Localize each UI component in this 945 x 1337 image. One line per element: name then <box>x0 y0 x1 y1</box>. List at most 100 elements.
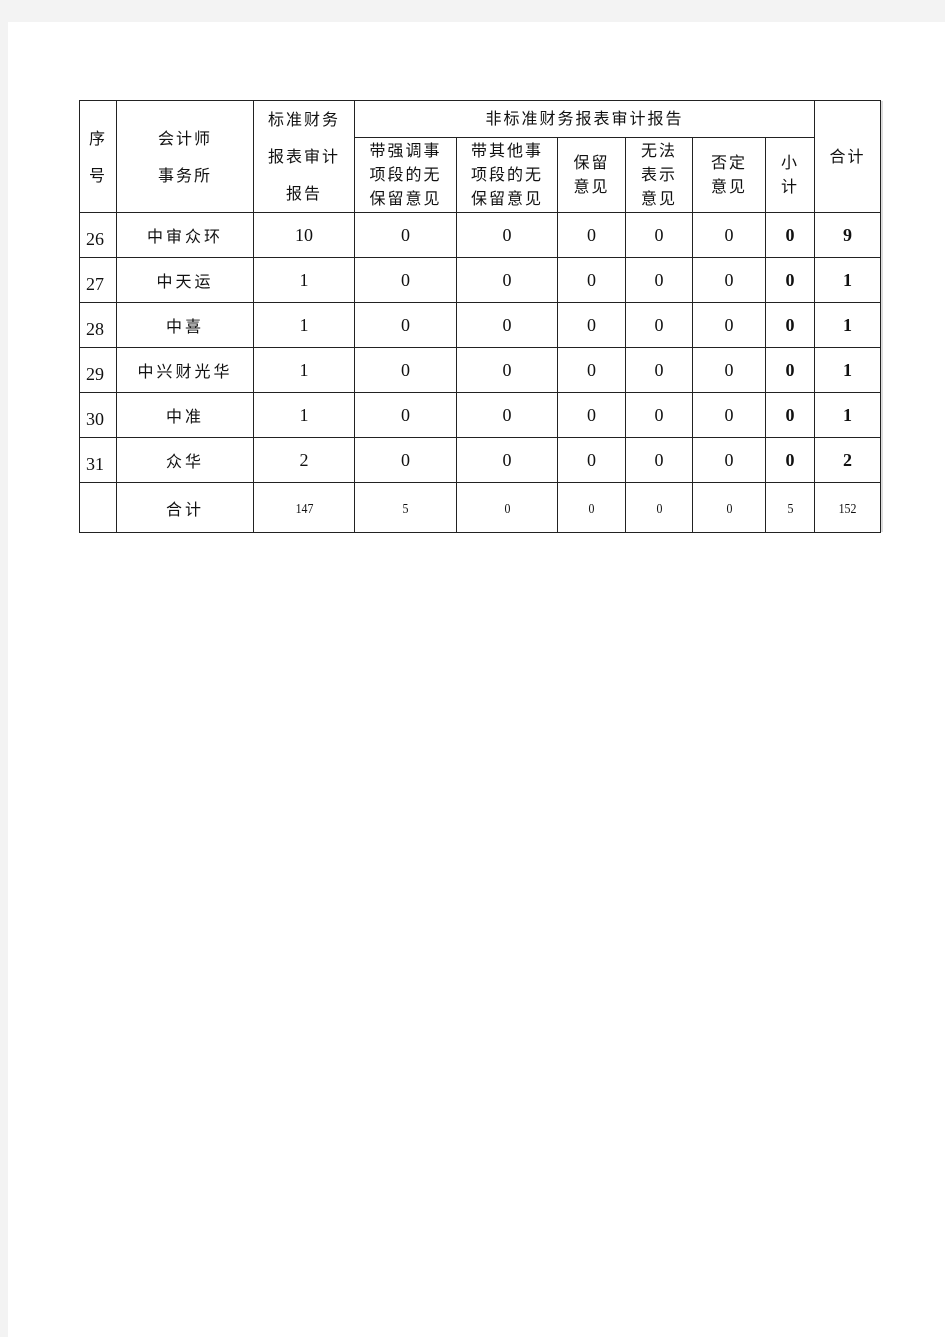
audit-report-table: 序 号 会计师 事务所 标准财务 报表审计 报告 非标准财务报表审计报告 合计 … <box>79 100 881 533</box>
cell-subtotal: 0 <box>765 302 815 348</box>
header-disclaimer-line: 无法 <box>640 141 677 160</box>
cell-adverse: 0 <box>692 392 766 438</box>
header-emphasis-line: 保留意见 <box>369 189 442 208</box>
totals-adverse: 0 <box>726 501 732 517</box>
cell-adverse: 0 <box>692 347 766 393</box>
table-row: 30 中准 1 0 0 0 0 0 0 1 <box>79 392 881 438</box>
cell-subtotal: 0 <box>765 392 815 438</box>
cell-total: 1 <box>814 257 881 303</box>
header-subtotal-line: 小 <box>780 153 799 172</box>
cell-other: 0 <box>456 392 558 438</box>
cell-seq: 28 <box>79 302 117 348</box>
cell-disclaimer: 0 <box>625 302 693 348</box>
cell-qualified: 0 <box>557 212 626 258</box>
cell-subtotal: 0 <box>765 347 815 393</box>
cell-other: 0 <box>456 437 558 483</box>
cell-disclaimer: 0 <box>625 347 693 393</box>
cell-adverse: 0 <box>692 437 766 483</box>
cell-emphasis: 0 <box>354 392 457 438</box>
table-row: 31 众华 2 0 0 0 0 0 0 2 <box>79 437 881 483</box>
cell-seq: 27 <box>79 257 117 303</box>
header-emphasis-line: 带强调事 <box>369 141 442 160</box>
cell-adverse: 0 <box>692 257 766 303</box>
totals-qualified-cell: 0 <box>557 482 626 533</box>
totals-other: 0 <box>504 501 510 517</box>
table-row: 29 中兴财光华 1 0 0 0 0 0 0 1 <box>79 347 881 393</box>
cell-seq: 31 <box>79 437 117 483</box>
totals-subtotal-cell: 5 <box>765 482 815 533</box>
cell-qualified: 0 <box>557 392 626 438</box>
cell-firm: 中兴财光华 <box>116 347 254 393</box>
header-emphasis: 带强调事 项段的无 保留意见 <box>354 137 457 213</box>
totals-other-cell: 0 <box>456 482 558 533</box>
cell-emphasis: 0 <box>354 257 457 303</box>
header-disclaimer-line: 表示 <box>640 165 677 184</box>
cell-firm: 中天运 <box>116 257 254 303</box>
header-adverse: 否定 意见 <box>692 137 766 213</box>
table-row: 28 中喜 1 0 0 0 0 0 0 1 <box>79 302 881 348</box>
totals-emphasis-cell: 5 <box>354 482 457 533</box>
table-row: 27 中天运 1 0 0 0 0 0 0 1 <box>79 257 881 303</box>
cell-standard: 1 <box>253 257 355 303</box>
header-seq: 序 号 <box>79 100 117 213</box>
cell-qualified: 0 <box>557 302 626 348</box>
header-disclaimer-line: 意见 <box>640 189 677 208</box>
cell-qualified: 0 <box>557 437 626 483</box>
cell-disclaimer: 0 <box>625 257 693 303</box>
header-qualified-line: 保留 <box>573 153 610 172</box>
totals-emphasis: 5 <box>402 501 409 517</box>
header-standard: 标准财务 报表审计 报告 <box>253 100 355 213</box>
cell-total: 1 <box>814 302 881 348</box>
header-other: 带其他事 项段的无 保留意见 <box>456 137 558 213</box>
cell-disclaimer: 0 <box>625 437 693 483</box>
header-seq-line: 号 <box>88 165 107 185</box>
header-nonstandard: 非标准财务报表审计报告 <box>354 100 815 138</box>
cell-adverse: 0 <box>692 302 766 348</box>
cell-firm: 众华 <box>116 437 254 483</box>
header-standard-line: 标准财务 <box>267 110 340 129</box>
cell-standard: 1 <box>253 347 355 393</box>
cell-seq: 30 <box>79 392 117 438</box>
header-firm: 会计师 事务所 <box>116 100 254 213</box>
header-subtotal-line: 计 <box>780 177 799 196</box>
cell-qualified: 0 <box>557 347 626 393</box>
cell-standard: 10 <box>253 212 355 258</box>
cell-firm: 中准 <box>116 392 254 438</box>
cell-other: 0 <box>456 347 558 393</box>
header-total-label: 合计 <box>829 146 866 166</box>
totals-total-cell: 152 <box>814 482 881 533</box>
totals-qualified: 0 <box>588 501 595 517</box>
header-qualified-line: 意见 <box>573 177 610 196</box>
cell-firm: 中审众环 <box>116 212 254 258</box>
totals-seq <box>79 482 117 533</box>
document-page: 序 号 会计师 事务所 标准财务 报表审计 报告 非标准财务报表审计报告 合计 … <box>8 22 945 1337</box>
header-firm-line: 会计师 <box>157 128 212 148</box>
header-disclaimer: 无法 表示 意见 <box>625 137 693 213</box>
header-standard-line: 报表审计 <box>267 147 340 166</box>
cell-other: 0 <box>456 302 558 348</box>
cell-total: 1 <box>814 392 881 438</box>
header-adverse-line: 意见 <box>710 177 747 196</box>
cell-subtotal: 0 <box>765 437 815 483</box>
cell-standard: 1 <box>253 392 355 438</box>
cell-emphasis: 0 <box>354 437 457 483</box>
totals-total: 152 <box>838 501 857 517</box>
cell-total: 9 <box>814 212 881 258</box>
header-firm-line: 事务所 <box>157 165 212 185</box>
cell-standard: 2 <box>253 437 355 483</box>
cell-qualified: 0 <box>557 257 626 303</box>
totals-adverse-cell: 0 <box>692 482 766 533</box>
cell-total: 1 <box>814 347 881 393</box>
totals-label: 合计 <box>116 482 254 533</box>
header-standard-line: 报告 <box>285 184 322 203</box>
cell-total: 2 <box>814 437 881 483</box>
totals-disclaimer-cell: 0 <box>625 482 693 533</box>
totals-row: 合计 147 5 0 0 0 0 5 152 <box>79 482 881 533</box>
header-row-1: 序 号 会计师 事务所 标准财务 报表审计 报告 非标准财务报表审计报告 合计 <box>79 100 881 213</box>
header-other-line: 项段的无 <box>470 165 543 184</box>
header-seq-line: 序 <box>88 128 107 148</box>
cell-firm: 中喜 <box>116 302 254 348</box>
totals-disclaimer: 0 <box>656 501 662 517</box>
totals-standard-cell: 147 <box>253 482 355 533</box>
cell-adverse: 0 <box>692 212 766 258</box>
